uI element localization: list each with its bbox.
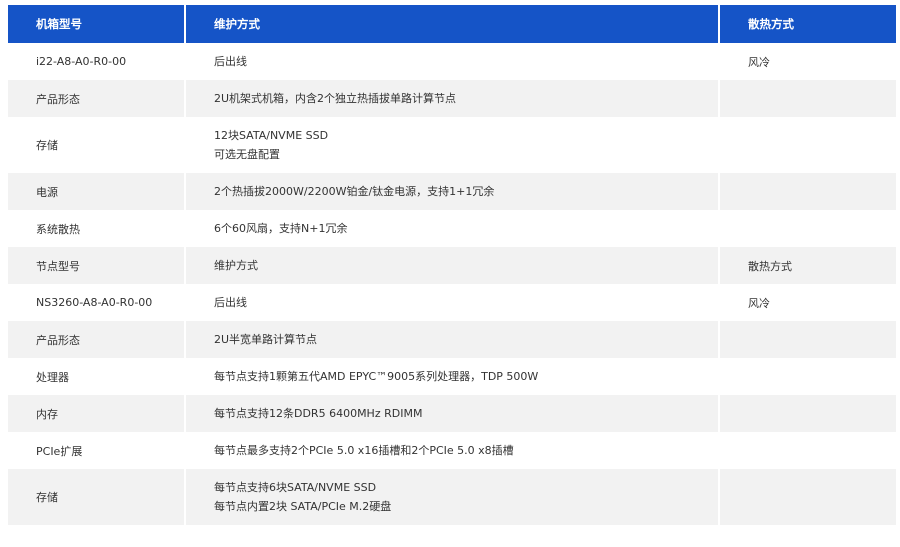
- row-value-line: 2个热插拔2000W/2200W铂金/钛金电源，支持1+1冗余: [214, 185, 495, 198]
- row-cooling: [720, 80, 896, 117]
- row-cooling: [720, 210, 896, 247]
- table-row: 系统散热 6个60风扇，支持N+1冗余: [8, 210, 896, 247]
- table-row: 节点型号 维护方式 散热方式: [8, 247, 896, 284]
- row-value: 后出线: [186, 284, 718, 321]
- row-value: 2U机架式机箱，内含2个独立热插拔单路计算节点: [186, 80, 718, 117]
- row-cooling: [720, 469, 896, 525]
- header-chassis-model: 机箱型号: [8, 5, 184, 43]
- row-cooling: 散热方式: [720, 247, 896, 284]
- row-value-line: 每节点内置2块 SATA/PCIe M.2硬盘: [214, 500, 392, 513]
- row-value: 维护方式: [186, 247, 718, 284]
- row-value-line: 可选无盘配置: [214, 148, 280, 161]
- table-row: NS3260-A8-A0-R0-00 后出线 风冷: [8, 284, 896, 321]
- table-row: PCIe扩展 每节点最多支持2个PCIe 5.0 x16插槽和2个PCIe 5.0…: [8, 432, 896, 469]
- row-value: 12块SATA/NVME SSD 可选无盘配置: [186, 117, 718, 173]
- row-value-line: 后出线: [214, 296, 247, 309]
- row-label: 处理器: [8, 358, 184, 395]
- row-value: 6个60风扇，支持N+1冗余: [186, 210, 718, 247]
- row-value: 每节点支持12条DDR5 6400MHz RDIMM: [186, 395, 718, 432]
- row-label: 存储: [8, 117, 184, 173]
- table-row: 存储 每节点支持6块SATA/NVME SSD 每节点内置2块 SATA/PCIe …: [8, 469, 896, 525]
- row-label: NS3260-A8-A0-R0-00: [8, 284, 184, 321]
- row-value-line: 12块SATA/NVME SSD: [214, 129, 329, 142]
- table-row: 产品形态 2U机架式机箱，内含2个独立热插拔单路计算节点: [8, 80, 896, 117]
- row-value: 每节点支持1颗第五代AMD EPYC™9005系列处理器，TDP 500W: [186, 358, 718, 395]
- row-cooling: 风冷: [720, 284, 896, 321]
- row-value-line: 后出线: [214, 55, 247, 68]
- table-row: 内存 每节点支持12条DDR5 6400MHz RDIMM: [8, 395, 896, 432]
- table-row: 处理器 每节点支持1颗第五代AMD EPYC™9005系列处理器，TDP 500W: [8, 358, 896, 395]
- row-value-line: 每节点支持6块SATA/NVME SSD: [214, 481, 377, 494]
- table-body: i22-A8-A0-R0-00 后出线 风冷 产品形态 2U机架式机箱，内含2个独立热插…: [8, 43, 896, 525]
- row-label: 产品形态: [8, 321, 184, 358]
- row-label: i22-A8-A0-R0-00: [8, 43, 184, 80]
- row-label: 产品形态: [8, 80, 184, 117]
- row-label: PCIe扩展: [8, 432, 184, 469]
- row-value-line: 每节点支持1颗第五代AMD EPYC™9005系列处理器，TDP 500W: [214, 370, 539, 383]
- table-row: 电源 2个热插拔2000W/2200W铂金/钛金电源，支持1+1冗余: [8, 173, 896, 210]
- row-value-line: 6个60风扇，支持N+1冗余: [214, 222, 348, 235]
- row-cooling: [720, 432, 896, 469]
- row-cooling: [720, 358, 896, 395]
- row-value: 后出线: [186, 43, 718, 80]
- row-cooling: [720, 395, 896, 432]
- row-value-line: 2U机架式机箱，内含2个独立热插拔单路计算节点: [214, 92, 457, 105]
- table-row: 产品形态 2U半宽单路计算节点: [8, 321, 896, 358]
- header-cooling: 散热方式: [720, 5, 896, 43]
- row-label: 系统散热: [8, 210, 184, 247]
- row-value-line: 每节点最多支持2个PCIe 5.0 x16插槽和2个PCIe 5.0 x8插槽: [214, 444, 514, 457]
- row-cooling: [720, 173, 896, 210]
- row-value-line: 每节点支持12条DDR5 6400MHz RDIMM: [214, 407, 423, 420]
- row-value-line: 2U半宽单路计算节点: [214, 333, 318, 346]
- header-maintenance: 维护方式: [186, 5, 718, 43]
- row-value-line: 维护方式: [214, 259, 258, 272]
- row-value: 2U半宽单路计算节点: [186, 321, 718, 358]
- row-cooling: 风冷: [720, 43, 896, 80]
- row-cooling: [720, 321, 896, 358]
- row-cooling: [720, 117, 896, 173]
- spec-table: 机箱型号 维护方式 散热方式 i22-A8-A0-R0-00 后出线 风冷 产品形态 2…: [6, 5, 898, 525]
- row-label: 节点型号: [8, 247, 184, 284]
- row-value: 每节点支持6块SATA/NVME SSD 每节点内置2块 SATA/PCIe M.…: [186, 469, 718, 525]
- table-row: i22-A8-A0-R0-00 后出线 风冷: [8, 43, 896, 80]
- row-value: 每节点最多支持2个PCIe 5.0 x16插槽和2个PCIe 5.0 x8插槽: [186, 432, 718, 469]
- row-label: 电源: [8, 173, 184, 210]
- row-label: 存储: [8, 469, 184, 525]
- table-row: 存储 12块SATA/NVME SSD 可选无盘配置: [8, 117, 896, 173]
- row-value: 2个热插拔2000W/2200W铂金/钛金电源，支持1+1冗余: [186, 173, 718, 210]
- table-header-row: 机箱型号 维护方式 散热方式: [8, 5, 896, 43]
- row-label: 内存: [8, 395, 184, 432]
